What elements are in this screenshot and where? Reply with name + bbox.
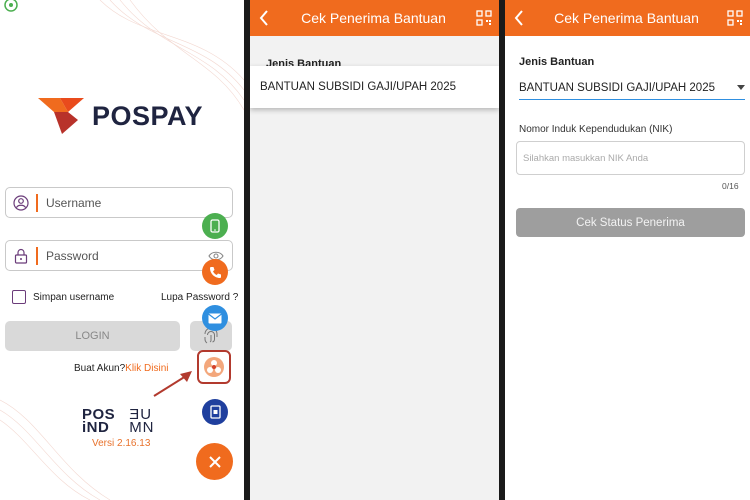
page-title: Cek Penerima Bantuan (554, 10, 699, 26)
user-icon (6, 194, 36, 211)
username-input[interactable] (46, 195, 196, 210)
pospay-logo: POSPAY (38, 98, 203, 134)
app-header: Cek Penerima Bantuan (505, 0, 750, 36)
nik-input[interactable] (523, 152, 733, 164)
username-field[interactable] (5, 187, 233, 218)
pos-logo-icon (204, 357, 224, 377)
qr-icon[interactable] (720, 10, 750, 26)
call-icon (209, 266, 221, 278)
mail-icon (208, 313, 222, 323)
nik-field[interactable] (516, 141, 745, 175)
close-menu-button[interactable] (196, 443, 233, 480)
page-title: Cek Penerima Bantuan (301, 10, 446, 26)
cek-bantuan-form-screen: Cek Penerima Bantuan Jenis Bantuan BANTU… (505, 0, 750, 500)
app-header: Cek Penerima Bantuan (250, 0, 499, 36)
selected-value: BANTUAN SUBSIDI GAJI/UPAH 2025 (519, 81, 715, 94)
pospay-mark-icon (38, 98, 84, 134)
dropdown-option-bsu[interactable]: BANTUAN SUBSIDI GAJI/UPAH 2025 (250, 66, 499, 108)
posind-logo: POS iND (82, 407, 115, 435)
dropdown-option-label: BANTUAN SUBSIDI GAJI/UPAH 2025 (260, 81, 456, 93)
password-field[interactable] (5, 240, 233, 271)
remember-label: Simpan username (33, 291, 115, 303)
create-account-text: Buat Akun? (74, 363, 126, 374)
remember-username[interactable]: Simpan username (12, 290, 114, 304)
close-icon (208, 455, 221, 468)
whatsapp-contact-button[interactable] (202, 213, 228, 239)
brand-name: POSPAY (92, 100, 204, 131)
field-accent-bar (36, 246, 38, 265)
bumn-line-2: MN (129, 419, 155, 436)
jenis-bantuan-label: Jenis Bantuan (519, 56, 595, 68)
call-contact-button[interactable] (202, 259, 228, 285)
jenis-bantuan-select[interactable]: BANTUAN SUBSIDI GAJI/UPAH 2025 (519, 76, 745, 100)
cek-status-button[interactable]: Cek Status Penerima (516, 208, 745, 237)
nik-label: Nomor Induk Kependudukan (NIK) (519, 124, 673, 135)
phone-icon (210, 219, 220, 233)
login-button[interactable]: LOGIN (5, 321, 180, 351)
login-screen: POSPAY Simpan username Lupa Password ? L… (0, 0, 244, 500)
document-icon (209, 405, 221, 419)
cek-bantuan-button[interactable] (197, 350, 231, 384)
email-contact-button[interactable] (202, 305, 228, 331)
nik-char-counter: 0/16 (722, 181, 739, 191)
forgot-password-link[interactable]: Lupa Password ? (161, 292, 238, 303)
remember-checkbox[interactable] (12, 290, 26, 304)
annotation-arrow-icon (153, 371, 192, 397)
qr-icon[interactable] (469, 10, 499, 26)
cek-bantuan-dropdown-screen: Cek Penerima Bantuan Jenis Bantuan BANTU… (250, 0, 499, 500)
password-input[interactable] (46, 248, 196, 263)
document-button[interactable] (202, 399, 228, 425)
app-version: Versi 2.16.13 (92, 438, 151, 449)
wifi-icon (4, 0, 18, 12)
back-icon[interactable] (505, 10, 533, 26)
dropdown-arrow-icon (737, 85, 745, 90)
bumn-logo: ƎU MN (129, 407, 155, 436)
footer-logos: POS iND ƎU MN (82, 407, 155, 436)
lock-icon (6, 248, 36, 264)
back-icon[interactable] (250, 10, 278, 26)
field-accent-bar (36, 193, 38, 212)
